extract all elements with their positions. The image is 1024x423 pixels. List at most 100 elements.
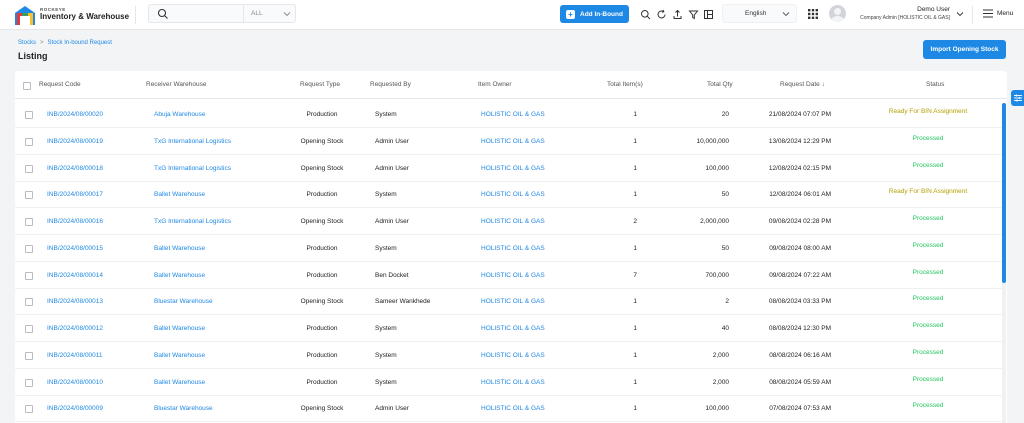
table-row[interactable]: INB/2024/08/00011 Ballet Warehouse Product… [15, 342, 1003, 369]
col-request-code[interactable]: Request Code [39, 81, 81, 88]
cell-requested-by: Admin User [375, 405, 409, 413]
cell-receiver-warehouse[interactable]: Bluestar Warehouse [154, 298, 213, 305]
cell-request-code[interactable]: INB/2024/08/00017 [47, 191, 103, 198]
breadcrumb-current[interactable]: Stock In-bound Request [48, 40, 112, 46]
row-checkbox[interactable] [25, 137, 33, 146]
cell-receiver-warehouse[interactable]: TxG International Logistics [154, 165, 231, 172]
col-status[interactable]: Status [926, 81, 944, 88]
row-checkbox[interactable] [25, 351, 33, 360]
cell-item-owner[interactable]: HOLISTIC OIL & GAS [481, 352, 545, 359]
page-title: Listing [18, 51, 48, 61]
col-receiver-warehouse[interactable]: Receiver Warehouse [146, 81, 206, 88]
avatar[interactable] [829, 5, 846, 22]
row-checkbox[interactable] [25, 325, 33, 333]
cell-request-code[interactable]: INB/2024/08/00009 [47, 405, 103, 412]
table-row[interactable]: INB/2024/08/00020 Abuja Warehouse Producti… [15, 101, 1003, 128]
cell-request-date: 08/08/2024 06:16 AM [769, 351, 831, 359]
menu-label[interactable]: Menu [997, 10, 1013, 17]
row-checkbox[interactable] [25, 405, 33, 414]
col-total-qty[interactable]: Total Qty [707, 81, 733, 88]
cell-request-code[interactable]: INB/2024/08/00019 [47, 138, 103, 145]
cell-request-code[interactable]: INB/2024/08/00010 [47, 379, 103, 386]
col-request-type[interactable]: Request Type [300, 81, 340, 88]
search-scope-select[interactable]: ALL [243, 5, 296, 22]
language-select[interactable]: English [722, 4, 797, 23]
cell-item-owner[interactable]: HOLISTIC OIL & GAS [481, 325, 545, 332]
apps-grid-icon[interactable] [808, 9, 818, 19]
cell-receiver-warehouse[interactable]: Ballet Warehouse [154, 272, 205, 279]
row-checkbox[interactable] [25, 111, 33, 119]
refresh-icon[interactable] [656, 9, 667, 20]
col-item-owner[interactable]: Item Owner [478, 81, 512, 88]
settings-side-tab[interactable] [1011, 90, 1024, 106]
row-checkbox[interactable] [25, 298, 33, 307]
cell-request-code[interactable]: INB/2024/08/00015 [47, 245, 103, 252]
cell-receiver-warehouse[interactable]: Ballet Warehouse [154, 245, 205, 252]
cell-receiver-warehouse[interactable]: Ballet Warehouse [154, 379, 205, 386]
row-checkbox[interactable] [25, 218, 33, 226]
cell-receiver-warehouse[interactable]: Bluestar Warehouse [154, 405, 213, 412]
cell-requested-by: System [375, 325, 397, 332]
col-requested-by[interactable]: Requested By [370, 81, 411, 88]
table-row[interactable]: INB/2024/08/00016 TxG International Logis… [15, 208, 1003, 235]
cell-item-owner[interactable]: HOLISTIC OIL & GAS [481, 111, 545, 118]
add-inbound-button[interactable]: + Add In-Bound [560, 5, 629, 23]
row-checkbox[interactable] [25, 191, 33, 200]
cell-receiver-warehouse[interactable]: TxG International Logistics [154, 218, 231, 225]
hamburger-menu-icon[interactable] [983, 9, 993, 18]
cell-item-owner[interactable]: HOLISTIC OIL & GAS [481, 379, 545, 386]
table-row[interactable]: INB/2024/08/00017 Ballet Warehouse Product… [15, 181, 1003, 209]
scrollbar-thumb[interactable] [1002, 103, 1006, 283]
table-row[interactable]: INB/2024/08/00013 Bluestar Warehouse Openi… [15, 288, 1003, 316]
breadcrumb-stocks[interactable]: Stocks [18, 40, 36, 46]
cell-item-owner[interactable]: HOLISTIC OIL & GAS [481, 245, 545, 252]
cell-receiver-warehouse[interactable]: Ballet Warehouse [154, 191, 205, 198]
row-checkbox[interactable] [25, 164, 33, 173]
select-all-checkbox[interactable] [23, 82, 31, 90]
filter-icon[interactable] [688, 9, 699, 20]
table-row[interactable]: INB/2024/08/00010 Ballet Warehouse Product… [15, 369, 1003, 396]
cell-request-code[interactable]: INB/2024/08/00018 [47, 165, 103, 172]
row-checkbox[interactable] [25, 378, 33, 387]
table-row[interactable]: INB/2024/08/00015 Ballet Warehouse Product… [15, 235, 1003, 262]
search-icon[interactable] [640, 9, 651, 20]
cell-request-code[interactable]: INB/2024/08/00020 [47, 111, 103, 118]
cell-request-code[interactable]: INB/2024/08/00016 [47, 218, 103, 225]
cell-receiver-warehouse[interactable]: Ballet Warehouse [154, 352, 205, 359]
cell-request-type: Production [306, 325, 338, 332]
col-request-date[interactable]: Request Date ↓ [780, 81, 825, 88]
table-row[interactable]: INB/2024/08/00018 TxG International Logis… [15, 155, 1003, 182]
cell-request-code[interactable]: INB/2024/08/00013 [47, 298, 103, 305]
col-total-items[interactable]: Total Item(s) [607, 81, 643, 88]
cell-item-owner[interactable]: HOLISTIC OIL & GAS [481, 138, 545, 145]
cell-total-qty: 2 [725, 298, 729, 306]
cell-receiver-warehouse[interactable]: Abuja Warehouse [154, 111, 205, 118]
cell-item-owner[interactable]: HOLISTIC OIL & GAS [481, 191, 545, 198]
chevron-down-icon[interactable] [956, 10, 964, 18]
cell-item-owner[interactable]: HOLISTIC OIL & GAS [481, 165, 545, 172]
row-checkbox[interactable] [25, 271, 33, 280]
cell-request-code[interactable]: INB/2024/08/00014 [47, 272, 103, 279]
cell-request-code[interactable]: INB/2024/08/00012 [47, 325, 103, 332]
table-row[interactable]: INB/2024/08/00009 Bluestar Warehouse Openi… [15, 395, 1003, 423]
row-checkbox[interactable] [25, 244, 33, 253]
global-search[interactable]: ALL [148, 4, 296, 23]
table-row[interactable]: INB/2024/08/00012 Ballet Warehouse Product… [15, 315, 1003, 342]
cell-receiver-warehouse[interactable]: TxG International Logistics [154, 138, 231, 145]
table-row[interactable]: INB/2024/08/00019 TxG International Logis… [15, 128, 1003, 155]
cell-requested-by: Admin User [375, 218, 409, 225]
cell-request-date: 12/08/2024 02:15 PM [768, 164, 831, 172]
cell-status: Processed [912, 402, 944, 410]
cell-request-code[interactable]: INB/2024/08/00011 [47, 352, 103, 359]
cell-item-owner[interactable]: HOLISTIC OIL & GAS [481, 405, 545, 412]
import-opening-stock-button[interactable]: Import Opening Stock [923, 40, 1006, 59]
upload-icon[interactable] [672, 9, 683, 20]
cell-item-owner[interactable]: HOLISTIC OIL & GAS [481, 298, 545, 305]
search-input[interactable] [171, 7, 241, 21]
cell-total-items: 7 [633, 271, 637, 279]
columns-icon[interactable] [703, 9, 714, 20]
table-row[interactable]: INB/2024/08/00014 Ballet Warehouse Product… [15, 262, 1003, 289]
cell-receiver-warehouse[interactable]: Ballet Warehouse [154, 325, 205, 332]
cell-item-owner[interactable]: HOLISTIC OIL & GAS [481, 272, 545, 279]
cell-item-owner[interactable]: HOLISTIC OIL & GAS [481, 218, 545, 225]
